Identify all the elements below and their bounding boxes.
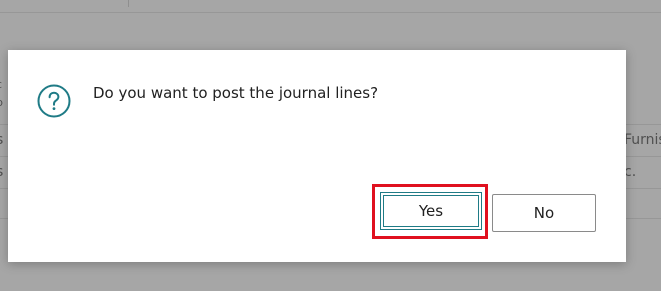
yes-button[interactable]: Yes	[380, 192, 482, 230]
background-text-fragment: Furnis	[624, 132, 661, 148]
question-circle-icon	[36, 83, 72, 119]
background-text-fragment: s	[0, 132, 8, 148]
no-button[interactable]: No	[492, 194, 596, 232]
background-text-fragment: c	[0, 78, 8, 91]
background-text-fragment: p	[0, 96, 8, 109]
background-text-fragment: c.	[624, 164, 637, 180]
background-top-bar	[0, 0, 661, 13]
confirmation-dialog: Do you want to post the journal lines? Y…	[8, 50, 626, 262]
background-text-fragment: s	[0, 164, 8, 180]
dialog-message: Do you want to post the journal lines?	[93, 84, 379, 102]
background-divider	[128, 0, 129, 7]
